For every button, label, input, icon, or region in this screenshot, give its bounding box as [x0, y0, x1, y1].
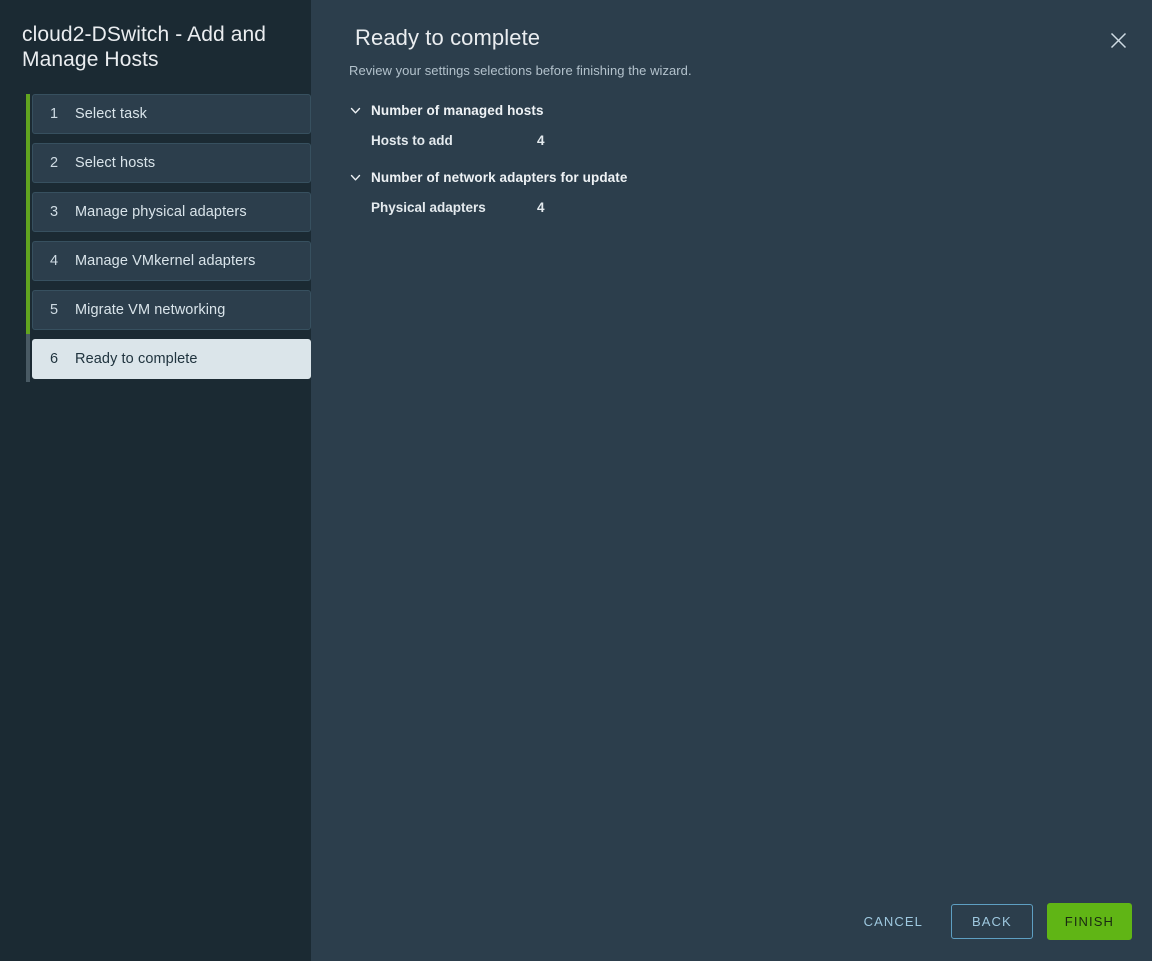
row-value: 4 — [537, 132, 545, 148]
sidebar-step-select-task[interactable]: 1 Select task — [32, 94, 311, 134]
wizard-main-panel: Ready to complete Review your settings s… — [311, 0, 1152, 961]
step-label: Manage VMkernel adapters — [75, 253, 256, 269]
section-title: Number of network adapters for update — [371, 169, 628, 185]
add-and-manage-hosts-wizard: cloud2-DSwitch - Add and Manage Hosts 1 … — [0, 0, 1152, 961]
step-label: Migrate VM networking — [75, 302, 226, 318]
step-label: Select task — [75, 106, 148, 122]
progress-rail-completed — [26, 94, 30, 334]
back-button[interactable]: BACK — [950, 904, 1033, 939]
progress-rail-current — [26, 334, 30, 382]
step-number: 1 — [49, 106, 59, 122]
step-number: 4 — [49, 253, 59, 269]
summary-sections: Number of managed hosts Hosts to add 4 N… — [343, 100, 1120, 216]
step-label: Manage physical adapters — [75, 204, 247, 220]
row-label: Hosts to add — [371, 132, 453, 148]
step-label: Ready to complete — [75, 351, 198, 367]
cancel-button[interactable]: CANCEL — [850, 905, 937, 938]
wizard-title: cloud2-DSwitch - Add and Manage Hosts — [22, 23, 267, 71]
row-value: 4 — [537, 199, 545, 215]
summary-row-hosts-to-add: Hosts to add 4 — [349, 131, 1120, 149]
chevron-down-icon — [349, 171, 362, 184]
section-number-of-managed-hosts: Number of managed hosts Hosts to add 4 — [349, 100, 1120, 149]
section-header-managed-hosts[interactable]: Number of managed hosts — [349, 100, 1120, 120]
section-title: Number of managed hosts — [371, 102, 544, 118]
page-subtitle: Review your settings selections before f… — [349, 63, 692, 78]
section-number-of-network-adapters-for-update: Number of network adapters for update Ph… — [349, 167, 1120, 216]
summary-row-physical-adapters: Physical adapters 4 — [349, 198, 1120, 216]
step-label: Select hosts — [75, 155, 156, 171]
close-icon[interactable] — [1102, 24, 1134, 56]
step-number: 3 — [49, 204, 59, 220]
sidebar-step-manage-vmkernel-adapters[interactable]: 4 Manage VMkernel adapters — [32, 241, 311, 281]
section-header-network-adapters[interactable]: Number of network adapters for update — [349, 167, 1120, 187]
wizard-sidebar: cloud2-DSwitch - Add and Manage Hosts 1 … — [0, 0, 311, 961]
sidebar-step-select-hosts[interactable]: 2 Select hosts — [32, 143, 311, 183]
step-number: 2 — [49, 155, 59, 171]
step-number: 5 — [49, 302, 59, 318]
sidebar-step-manage-physical-adapters[interactable]: 3 Manage physical adapters — [32, 192, 311, 232]
sidebar-step-ready-to-complete[interactable]: 6 Ready to complete — [32, 339, 311, 379]
finish-button[interactable]: FINISH — [1046, 903, 1132, 940]
chevron-down-icon — [349, 104, 362, 117]
row-label: Physical adapters — [371, 199, 486, 215]
wizard-footer: CANCEL BACK FINISH — [850, 903, 1132, 940]
sidebar-step-migrate-vm-networking[interactable]: 5 Migrate VM networking — [32, 290, 311, 330]
wizard-steps-list: 1 Select task 2 Select hosts 3 Manage ph… — [0, 94, 311, 382]
page-title: Ready to complete — [355, 25, 541, 50]
step-number: 6 — [49, 351, 59, 367]
